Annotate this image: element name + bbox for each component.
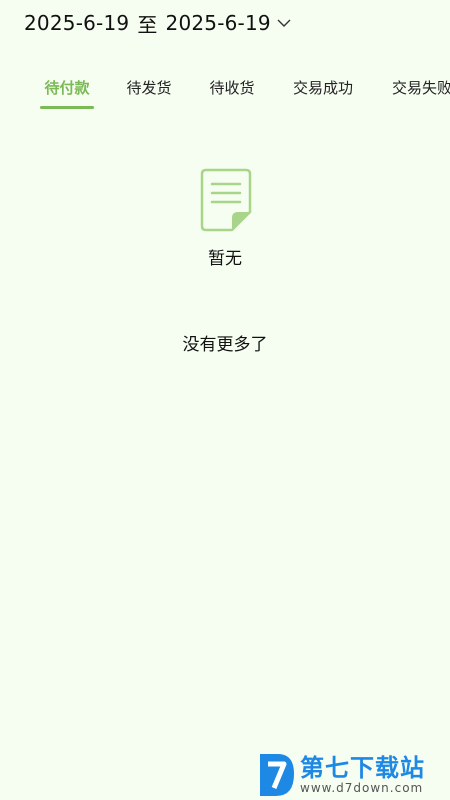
date-separator: 至 (137, 12, 158, 37)
tab-pending-shipment[interactable]: 待发货 (125, 70, 173, 106)
tab-pending-receipt[interactable]: 待收货 (208, 70, 256, 106)
watermark-title: 第七下载站 (300, 754, 425, 782)
watermark: 第七下载站 www.d7down.com (256, 750, 446, 800)
date-range-selector[interactable]: 2025-6-19 至 2025-6-19 (24, 10, 291, 37)
no-more-text: 没有更多了 (182, 335, 268, 355)
end-date: 2025-6-19 (165, 11, 271, 35)
tab-failed[interactable]: 交易失败 (390, 70, 450, 106)
d7down-logo-icon (260, 754, 294, 796)
tab-pending-payment[interactable]: 待付款 (40, 70, 94, 109)
order-status-tabs: 待付款 待发货 待收货 交易成功 交易失败 (0, 70, 450, 110)
chevron-down-icon (277, 19, 291, 27)
empty-state-text: 暂无 (208, 249, 242, 269)
document-icon (200, 168, 252, 232)
tab-completed[interactable]: 交易成功 (291, 70, 355, 106)
watermark-url: www.d7down.com (300, 781, 424, 795)
start-date: 2025-6-19 (24, 11, 130, 35)
